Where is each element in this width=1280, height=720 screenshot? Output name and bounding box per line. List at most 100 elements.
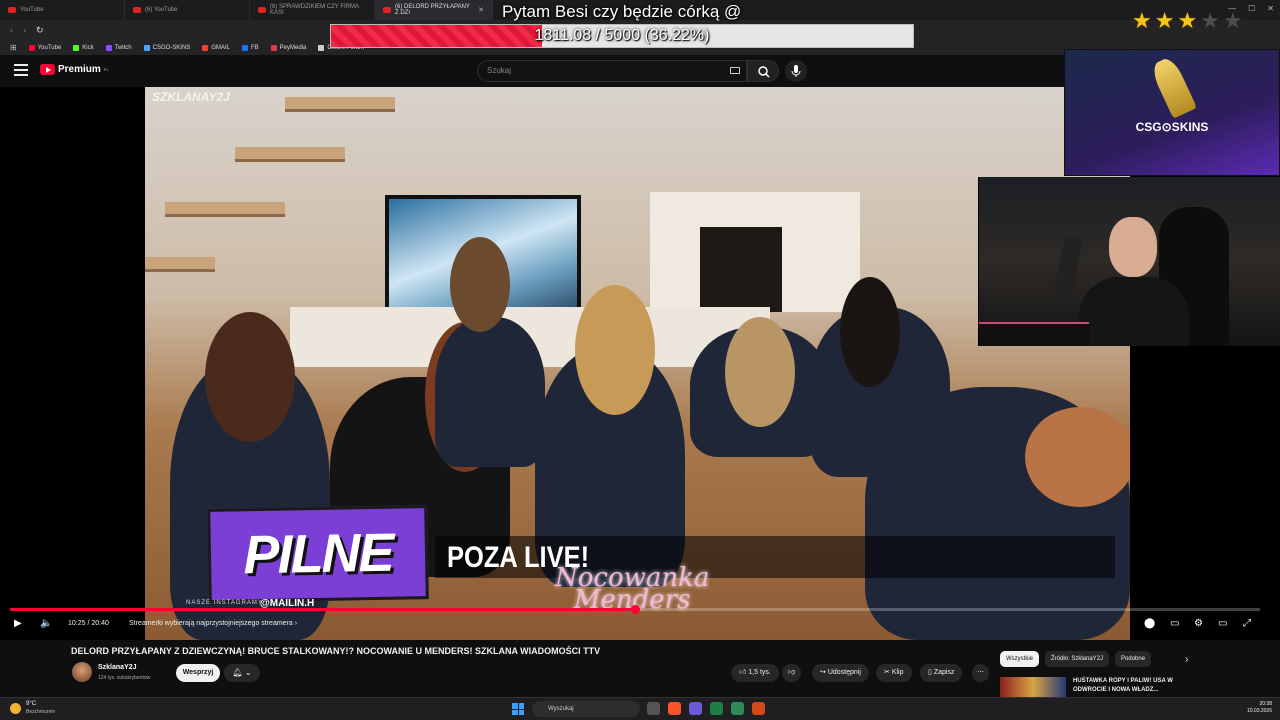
filter-chip[interactable]: Podobne	[1115, 651, 1152, 667]
search-button[interactable]	[747, 60, 779, 82]
chevron-right-icon[interactable]: ›	[1185, 654, 1188, 665]
menu-icon[interactable]	[14, 64, 28, 76]
back-icon[interactable]: ‹	[10, 25, 13, 35]
dislike-button[interactable]: 👎︎	[782, 664, 802, 682]
logo-text: Premium	[58, 64, 101, 75]
poza-live-banner: POZA LIVE!	[435, 536, 1115, 578]
system-clock[interactable]: 20:38 10.03.2026	[1240, 701, 1272, 715]
donation-goal-text: 1811.08 / 5000 (36.22%)	[534, 27, 710, 44]
discord-icon[interactable]	[689, 702, 702, 715]
weather-description: Bezchmurnie	[26, 709, 56, 715]
chapter-title[interactable]: Streamerki wybierają najprzystojniejszeg…	[129, 620, 297, 627]
donation-goal-bar: 1811.08 / 5000 (36.22%)	[330, 24, 914, 48]
browser-tab[interactable]: (6) SPRAWDZIKIEM CZY FIRMA KASI	[250, 0, 375, 20]
keyboard-icon[interactable]	[730, 67, 740, 74]
support-button[interactable]: Wesprzyj	[176, 664, 220, 682]
star-icon: ★	[1154, 8, 1175, 33]
bookmark-label: Kick	[82, 44, 94, 51]
bookmark-item[interactable]: PeyMedia	[270, 44, 307, 51]
clock-date: 10.03.2026	[1246, 708, 1272, 714]
video-title: DELORD PRZYŁAPANY Z DZIEWCZYNĄ! BRUCE ST…	[71, 646, 601, 656]
bookmark-item[interactable]: FB	[242, 44, 259, 51]
bookmark-item[interactable]: Twitch	[105, 44, 132, 51]
recommended-video-thumbnail[interactable]	[1000, 677, 1066, 697]
youtube-favicon-icon	[383, 7, 391, 13]
save-label: Zapisz	[933, 669, 955, 676]
bookmark-item[interactable]: Kick	[73, 44, 94, 51]
bookmark-label: YouTube	[37, 44, 62, 51]
volume-icon[interactable]: 🔈	[40, 618, 52, 629]
filter-chip[interactable]: Źródło: SzklanaY2J	[1045, 651, 1110, 667]
video-progress-bar[interactable]	[10, 605, 1260, 614]
share-icon: ↪	[820, 669, 826, 676]
voice-search-button[interactable]	[785, 60, 807, 82]
settings-icon[interactable]: ⚙	[1194, 618, 1203, 629]
keyboard	[979, 322, 1089, 346]
fireplace	[650, 192, 860, 312]
bookmark-item[interactable]: GMAIL	[202, 44, 230, 51]
youtube-favicon-icon	[258, 7, 266, 13]
task-view-icon[interactable]	[647, 702, 660, 715]
excel-icon[interactable]	[710, 702, 723, 715]
tab-label: (6) SPRAWDZIKIEM CZY FIRMA KASI	[270, 4, 359, 16]
channel-watermark: SZKLANAY2J	[152, 90, 230, 104]
bookmark-label: FB	[251, 44, 259, 51]
clip-button[interactable]: ✂ Klip	[876, 664, 912, 682]
star-icon: ★	[1222, 8, 1243, 33]
theater-mode-icon[interactable]: ▭	[1218, 618, 1227, 629]
like-button[interactable]: 👍︎ 1,5 tys.	[731, 664, 779, 682]
channel-name[interactable]: SzklanaY2J	[98, 664, 137, 671]
streaming-app-icon[interactable]	[752, 702, 765, 715]
forward-icon[interactable]: ›	[23, 25, 26, 35]
fullscreen-icon[interactable]: ⤢	[1243, 618, 1251, 629]
bookmark-icon: ▯	[928, 669, 932, 676]
bookmark-label: PeyMedia	[279, 44, 307, 51]
weather-sun-icon[interactable]	[10, 703, 21, 714]
more-actions-button[interactable]: ⋯	[972, 664, 989, 682]
browser-tab[interactable]: YouTube	[0, 0, 125, 20]
recommended-video-title[interactable]: HUŚTAWKA ROPY I PALIW! USA W ODWROCIE I …	[1073, 677, 1193, 695]
maximize-icon[interactable]: ☐	[1248, 4, 1255, 13]
instagram-label: NASZE INSTAGRAMY	[186, 600, 263, 606]
search-icon	[758, 66, 770, 78]
weather-temperature[interactable]: 9°C	[26, 701, 36, 707]
brave-browser-icon[interactable]	[668, 702, 681, 715]
channel-avatar[interactable]	[72, 662, 92, 682]
like-count: 1,5 tys.	[748, 669, 771, 676]
filter-chip[interactable]: Wszystkie	[1000, 651, 1039, 667]
bookmark-label: CSGO-SKINS	[152, 44, 191, 51]
browser-tab[interactable]: (6) YouTube	[125, 0, 250, 20]
bookmark-favicon-icon	[105, 44, 112, 51]
youtube-favicon-icon	[133, 7, 141, 13]
recommendation-chips: Wszystkie Źródło: SzklanaY2J Podobne	[1000, 651, 1152, 667]
browser-tab[interactable]: (6) DELORD PRZYŁAPANY Z DZI ✕	[375, 0, 493, 20]
autoplay-toggle-icon[interactable]: ⬤	[1144, 618, 1155, 629]
play-icon[interactable]: ▶	[14, 618, 22, 629]
youtube-premium-logo[interactable]: Premium PL	[40, 64, 109, 75]
star-icon: ★	[1132, 8, 1152, 33]
share-label: Udostępnij	[827, 669, 861, 676]
windows-start-icon[interactable]	[512, 703, 524, 715]
close-tab-icon[interactable]: ✕	[478, 6, 484, 14]
bookmark-item[interactable]: CSGO-SKINS	[143, 44, 191, 51]
search-input[interactable]: Szukaj	[477, 60, 747, 82]
apps-grid-icon[interactable]: ⊞	[10, 43, 17, 52]
chapter-text: Streamerki wybierają najprzystojniejszeg…	[129, 620, 293, 627]
notification-button[interactable]: 🔔︎ ⌄	[224, 664, 260, 682]
pilne-label: PILNE	[242, 522, 394, 586]
bell-icon: 🔔︎	[232, 668, 243, 677]
subtitles-icon[interactable]: ▭	[1170, 618, 1179, 629]
close-icon[interactable]: ✕	[1267, 4, 1274, 13]
star-icon: ★	[1177, 8, 1198, 33]
save-button[interactable]: ▯ Zapisz	[920, 664, 963, 682]
bookmark-item[interactable]: YouTube	[28, 44, 62, 51]
app-icon[interactable]	[731, 702, 744, 715]
taskbar-search[interactable]: Wyszukaj	[532, 701, 640, 717]
bookmark-favicon-icon	[242, 44, 248, 51]
tab-label: (6) DELORD PRZYŁAPANY Z DZI	[395, 4, 470, 16]
more-icon: ⋯	[977, 669, 984, 676]
share-button[interactable]: ↪ Udostępnij	[812, 664, 869, 682]
youtube-header: Premium PL Szukaj	[0, 55, 1064, 87]
scrubber-handle[interactable]	[631, 605, 640, 614]
reload-icon[interactable]: ↻	[36, 25, 44, 36]
